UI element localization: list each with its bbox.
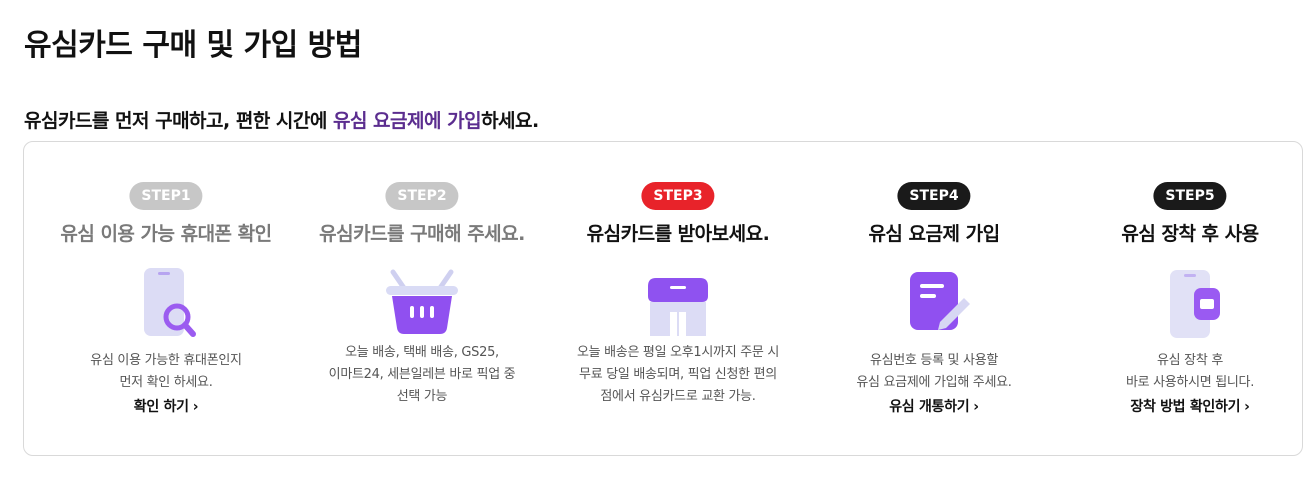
chevron-right-icon: › <box>1244 399 1250 415</box>
steps-card: STEP1 유심 이용 가능 휴대폰 확인 유심 이용 가능한 휴대폰인지 먼저… <box>23 141 1303 456</box>
page-title: 유심카드 구매 및 가입 방법 <box>24 28 362 63</box>
desc-line: 유심번호 등록 및 사용할 <box>869 353 999 368</box>
step-title: 유심 이용 가능 휴대폰 확인 <box>60 223 272 245</box>
store-icon <box>636 266 720 340</box>
subtitle-suffix: 하세요. <box>481 110 539 132</box>
step-badge: STEP1 <box>129 182 203 210</box>
step-description: 오늘 배송은 평일 오후1시까지 주문 시 무료 당일 배송되며, 픽업 신청한… <box>550 342 806 408</box>
desc-line: 오늘 배송, 택배 배송, GS25, <box>345 345 499 360</box>
step-3: STEP3 유심카드를 받아보세요. 오늘 배송은 평일 오후1시까지 주문 시… <box>550 142 806 455</box>
step-description: 오늘 배송, 택배 배송, GS25, 이마트24, 세븐일레븐 바로 픽업 중… <box>294 342 550 408</box>
page-subtitle: 유심카드를 먼저 구매하고, 편한 시간에 유심 요금제에 가입하세요. <box>24 106 539 133</box>
link-label: 장착 방법 확인하기 <box>1130 399 1241 415</box>
step-description: 유심번호 등록 및 사용할 유심 요금제에 가입해 주세요. <box>806 350 1062 394</box>
desc-line: 유심 이용 가능한 휴대폰인지 <box>90 353 242 368</box>
desc-line: 유심 요금제에 가입해 주세요. <box>856 375 1012 390</box>
step-badge: STEP5 <box>1153 182 1227 210</box>
step-title: 유심 요금제 가입 <box>868 223 1000 245</box>
step-description: 유심 장착 후 바로 사용하시면 됩니다. <box>1062 350 1316 394</box>
link-label: 확인 하기 <box>133 399 189 415</box>
install-guide-link[interactable]: 장착 방법 확인하기 › <box>1062 396 1316 416</box>
usim-activation-link[interactable]: 유심 개통하기 › <box>806 396 1062 416</box>
desc-line: 유심 장착 후 <box>1157 353 1223 368</box>
subtitle-highlight: 유심 요금제에 가입 <box>332 110 482 132</box>
desc-line: 선택 가능 <box>396 389 448 404</box>
step-5: STEP5 유심 장착 후 사용 유심 장착 후 바로 사용하시면 됩니다. 장… <box>1062 142 1316 455</box>
step-1: STEP1 유심 이용 가능 휴대폰 확인 유심 이용 가능한 휴대폰인지 먼저… <box>38 142 294 455</box>
document-edit-icon <box>892 266 976 340</box>
step-badge: STEP2 <box>385 182 459 210</box>
step-description: 유심 이용 가능한 휴대폰인지 먼저 확인 하세요. <box>38 350 294 394</box>
link-label: 유심 개통하기 <box>889 399 970 415</box>
chevron-right-icon: › <box>192 399 199 415</box>
desc-line: 오늘 배송은 평일 오후1시까지 주문 시 <box>576 345 780 360</box>
check-phone-link[interactable]: 확인 하기 › <box>38 396 294 416</box>
phone-sim-icon <box>1148 266 1232 340</box>
step-4: STEP4 유심 요금제 가입 유심번호 등록 및 사용할 유심 요금제에 가입… <box>806 142 1062 455</box>
step-2: STEP2 유심카드를 구매해 주세요. 오늘 배송, 택배 배송, GS25,… <box>294 142 550 455</box>
step-badge: STEP4 <box>897 182 971 210</box>
step-badge: STEP3 <box>641 182 715 210</box>
step-title: 유심카드를 받아보세요. <box>586 223 770 245</box>
step-title: 유심카드를 구매해 주세요. <box>319 223 525 245</box>
chevron-right-icon: › <box>973 399 979 415</box>
shopping-basket-icon <box>380 266 464 340</box>
desc-line: 먼저 확인 하세요. <box>119 375 213 390</box>
subtitle-prefix: 유심카드를 먼저 구매하고, 편한 시간에 <box>24 110 333 132</box>
phone-search-icon <box>124 266 208 340</box>
step-title: 유심 장착 후 사용 <box>1121 223 1259 245</box>
desc-line: 이마트24, 세븐일레븐 바로 픽업 중 <box>328 367 516 382</box>
desc-line: 바로 사용하시면 됩니다. <box>1125 375 1255 390</box>
desc-line: 점에서 유심카드로 교환 가능. <box>600 389 756 404</box>
desc-line: 무료 당일 배송되며, 픽업 신청한 편의 <box>579 367 777 382</box>
